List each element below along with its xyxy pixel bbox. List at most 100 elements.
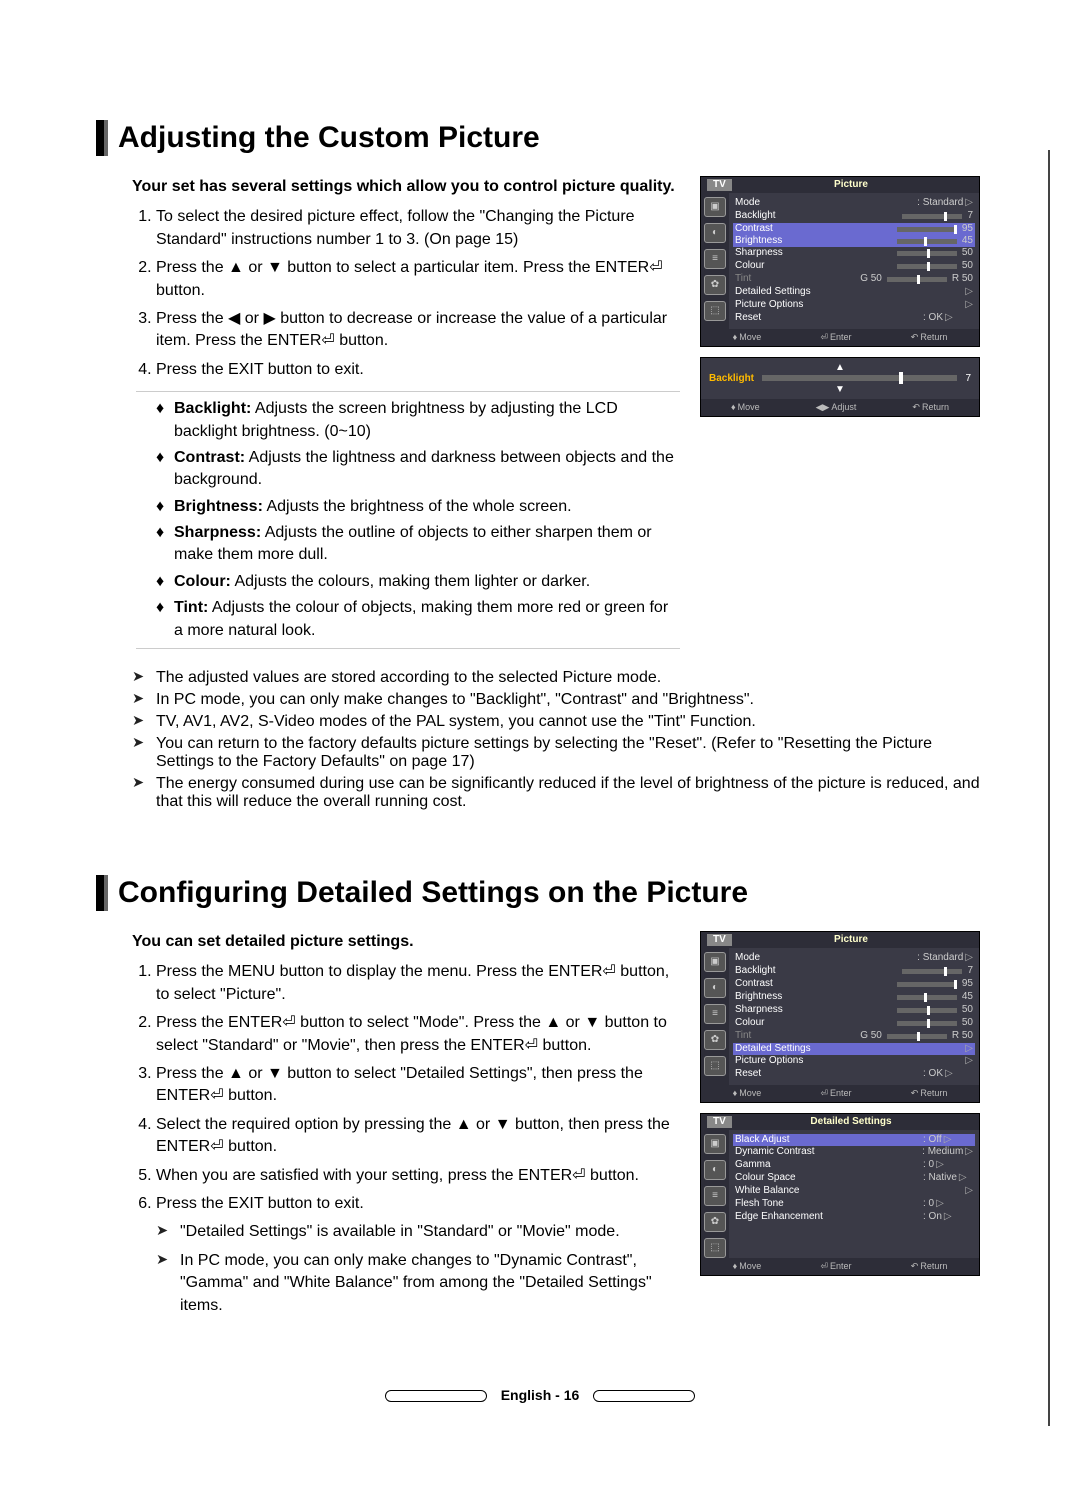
osd-tv-label: TV (707, 1116, 732, 1128)
osd-tv-label: TV (707, 179, 732, 191)
up-arrow: ▲ (709, 362, 971, 373)
osd-row: Contrast95 (735, 978, 973, 991)
step: Press the ▲ or ▼ button to select "Detai… (156, 1063, 680, 1108)
note-item: In PC mode, you can only make changes to… (156, 1250, 680, 1317)
osd-title: Detailed Settings (810, 1116, 891, 1128)
slider-track (762, 375, 957, 381)
osd-row: Sharpness50 (735, 247, 973, 260)
step: Press the MENU button to display the men… (156, 961, 680, 1006)
section2-title: Configuring Detailed Settings on the Pic… (104, 875, 980, 911)
separator (136, 648, 680, 649)
osd-footer-move: ♦ Move (733, 1261, 762, 1272)
osd-row: Backlight7 (735, 210, 973, 223)
osd-footer-move: ♦ Move (733, 1088, 762, 1099)
setup-icon: ✿ (704, 1030, 726, 1050)
step: Press the ▲ or ▼ button to select a part… (156, 257, 680, 302)
osd-footer-move: ♦ Move (733, 332, 762, 343)
osd-row-highlighted: Brightness45 (733, 235, 975, 247)
setup-icon: ✿ (704, 1212, 726, 1232)
osd-row: Backlight7 (735, 965, 973, 978)
channel-icon: ≡ (704, 1004, 726, 1024)
osd-row-highlighted: Contrast95 (733, 223, 975, 235)
osd-tv-label: TV (707, 934, 732, 946)
section1-title: Adjusting the Custom Picture (104, 120, 980, 156)
osd-title: Picture (834, 179, 868, 191)
osd-row: White Balance▷ (735, 1185, 973, 1198)
osd-row-disabled: TintG 50R 50 (735, 1030, 973, 1043)
step: Press the EXIT button to exit. "Detailed… (156, 1193, 680, 1317)
osd-footer-move: ♦ Move (731, 402, 760, 413)
page-footer: English - 16 (100, 1387, 980, 1403)
osd-footer-return: ↶ Return (911, 1088, 948, 1099)
osd-row: Mode: Standard ▷ (735, 952, 973, 965)
osd-row: Mode: Standard ▷ (735, 197, 973, 210)
note-item: The adjusted values are stored according… (132, 669, 980, 687)
input-icon: ⬚ (704, 1238, 726, 1258)
step: When you are satisfied with your setting… (156, 1165, 680, 1187)
osd-row: Picture Options▷ (735, 1055, 973, 1068)
step: Press the ◀ or ▶ button to decrease or i… (156, 308, 680, 353)
step: To select the desired picture effect, fo… (156, 206, 680, 251)
note-item: TV, AV1, AV2, S-Video modes of the PAL s… (132, 713, 980, 731)
osd-row: Reset: OK ▷ (735, 312, 973, 325)
section1-steps: To select the desired picture effect, fo… (100, 206, 680, 381)
list-item: Backlight: Adjusts the screen brightness… (156, 398, 680, 443)
section2-intro: You can set detailed picture settings. (100, 931, 680, 953)
setup-icon: ✿ (704, 275, 726, 295)
sound-icon: ◐ (704, 1160, 726, 1180)
note-item: "Detailed Settings" is available in "Sta… (156, 1221, 680, 1243)
input-icon: ⬚ (704, 1056, 726, 1076)
osd-row-disabled: TintG 50R 50 (735, 273, 973, 286)
section1-notes: The adjusted values are stored according… (100, 669, 980, 811)
note-item: The energy consumed during use can be si… (132, 775, 980, 811)
slider-value: 7 (965, 373, 971, 384)
separator (136, 391, 680, 392)
osd-footer-return: ↶ Return (911, 332, 948, 343)
osd-footer-return: ↶ Return (912, 402, 949, 413)
section2-steps: Press the MENU button to display the men… (100, 961, 680, 1316)
list-item: Brightness: Adjusts the brightness of th… (156, 496, 680, 518)
osd-picture-menu-2: TV Picture ▣ ◐ ≡ ✿ ⬚ Mode: Standard ▷ Ba… (700, 931, 980, 1103)
osd-footer-enter: ⏎ Enter (820, 1261, 851, 1272)
page-margin-rule (1048, 150, 1050, 1426)
osd-row: Picture Options▷ (735, 299, 973, 312)
input-icon: ⬚ (704, 301, 726, 321)
osd-row: Edge Enhancement: On ▷ (735, 1211, 973, 1224)
osd-row: Sharpness50 (735, 1004, 973, 1017)
picture-icon: ▣ (704, 197, 726, 217)
sound-icon: ◐ (704, 223, 726, 243)
step: Press the ENTER⏎ button to select "Mode"… (156, 1012, 680, 1057)
osd-row: Reset: OK ▷ (735, 1068, 973, 1081)
osd-footer-adjust: ◀▶ Adjust (816, 402, 857, 413)
osd-row-highlighted: Black Adjust: Off ▷ (733, 1134, 975, 1146)
osd-footer-enter: ⏎ Enter (820, 332, 851, 343)
osd-footer-enter: ⏎ Enter (820, 1088, 851, 1099)
down-arrow: ▼ (709, 384, 971, 395)
definition-list: Backlight: Adjusts the screen brightness… (100, 398, 680, 642)
osd-detailed-settings: TV Detailed Settings ▣ ◐ ≡ ✿ ⬚ Black Adj… (700, 1113, 980, 1276)
osd-footer-return: ↶ Return (911, 1261, 948, 1272)
list-item: Colour: Adjusts the colours, making them… (156, 571, 680, 593)
sound-icon: ◐ (704, 978, 726, 998)
channel-icon: ≡ (704, 249, 726, 269)
osd-row: Brightness45 (735, 991, 973, 1004)
osd-row: Colour Space: Native ▷ (735, 1172, 973, 1185)
picture-icon: ▣ (704, 1134, 726, 1154)
osd-slider-popup: ▲ Backlight 7 ▼ ♦ Move ◀▶ Adjust ↶ Retur… (700, 357, 980, 417)
osd-picture-menu: TV Picture ▣ ◐ ≡ ✿ ⬚ Mode: Standard ▷ Ba… (700, 176, 980, 347)
osd-row: Detailed Settings▷ (735, 286, 973, 299)
osd-row: Colour50 (735, 1017, 973, 1030)
note-item: In PC mode, you can only make changes to… (132, 691, 980, 709)
step: Select the required option by pressing t… (156, 1114, 680, 1159)
osd-title: Picture (834, 934, 868, 946)
list-item: Sharpness: Adjusts the outline of object… (156, 522, 680, 567)
slider-label: Backlight (709, 373, 754, 384)
step: Press the EXIT button to exit. (156, 359, 680, 381)
section1-intro: Your set has several settings which allo… (100, 176, 680, 198)
list-item: Tint: Adjusts the colour of objects, mak… (156, 597, 680, 642)
osd-row: Gamma: 0 ▷ (735, 1159, 973, 1172)
picture-icon: ▣ (704, 952, 726, 972)
osd-row: Flesh Tone: 0 ▷ (735, 1198, 973, 1211)
osd-row: Colour50 (735, 260, 973, 273)
channel-icon: ≡ (704, 1186, 726, 1206)
